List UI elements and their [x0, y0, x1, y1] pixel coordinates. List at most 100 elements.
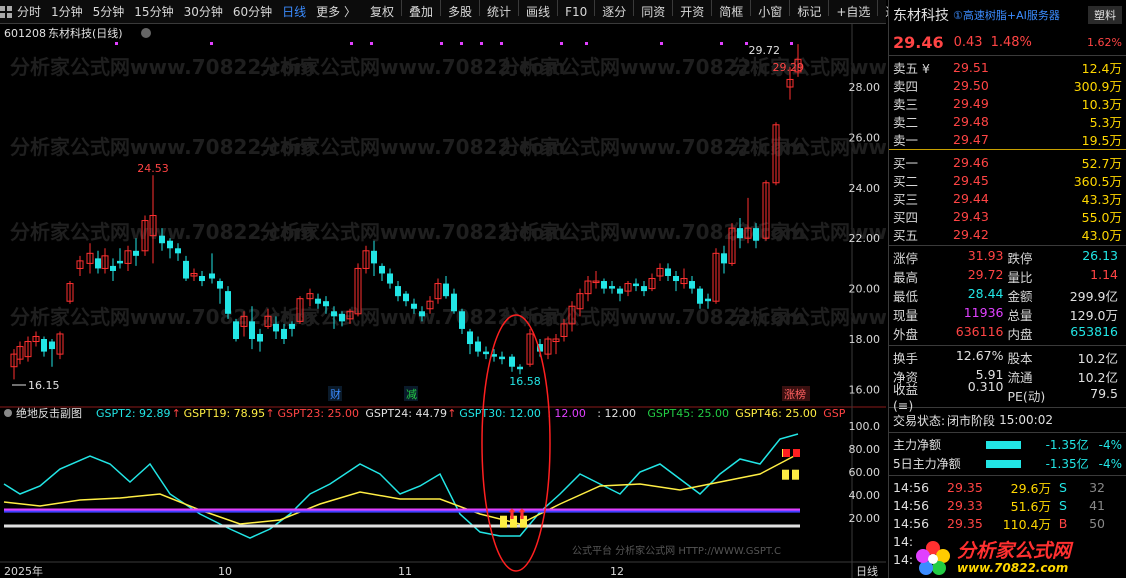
toolbar-button[interactable]: 统计 [482, 0, 516, 24]
grid-menu-icon[interactable] [0, 0, 12, 24]
level-volume: 19.5万 [1081, 132, 1122, 148]
candle-body [175, 248, 181, 254]
event-label: 减 [406, 388, 417, 401]
section-divider [889, 432, 1126, 433]
period-tab[interactable]: 60分钟 [228, 0, 277, 24]
flow-value: -1.35亿 [1045, 438, 1089, 452]
indicator-value: GSPT19: 78.95 [184, 407, 266, 420]
period-tab[interactable]: 30分钟 [179, 0, 228, 24]
toolbar-button[interactable]: 标记 [792, 0, 826, 24]
period-tab[interactable]: 1分钟 [46, 0, 88, 24]
flow-value: -1.35亿 [1045, 457, 1089, 471]
stat-label: 量比 [1007, 270, 1033, 285]
stat-value: 299.9亿 [1069, 289, 1118, 304]
period-tab[interactable]: 更多 〉 [311, 0, 361, 24]
level-label: 买三 [893, 191, 919, 207]
signal-dot [115, 42, 118, 45]
level-price: 29.48 [953, 113, 989, 129]
toolbar-button[interactable]: 逐分 [597, 0, 631, 24]
tick-side: S [1059, 479, 1067, 495]
candle-body [159, 235, 165, 244]
candle-body [721, 253, 727, 264]
signal-dot [720, 42, 723, 45]
candle-body [217, 281, 223, 289]
date-tick: 日线 [856, 564, 878, 578]
toolbar-divider [440, 0, 442, 16]
stat-label: 最低 [893, 289, 919, 304]
stat-cell: 现量 11936 [893, 305, 1008, 324]
tick-time: 14:56 [893, 515, 930, 531]
toolbar-button[interactable]: 同资 [636, 0, 670, 24]
indicator-value: GSPT24: 44.79 [365, 407, 447, 420]
toolbar-divider [401, 0, 402, 16]
logo-title: 分析家公式网 [957, 540, 1072, 562]
stat-cell: 收益(≡) 0.310 [893, 379, 1008, 413]
stat-value: 28.44 [967, 286, 1004, 301]
period-tab[interactable]: 分时 [12, 0, 46, 24]
bid-level[interactable]: 买五 29.42 43.0万 [889, 225, 1126, 243]
toolbar-button[interactable]: +自选 [831, 0, 875, 24]
toolbar-button[interactable]: 复权 [365, 0, 399, 24]
price-tick: 18.00 [849, 333, 881, 346]
level-volume: 300.9万 [1073, 78, 1122, 94]
stat-label: 流通 [1007, 370, 1033, 385]
candle-body [395, 286, 401, 297]
toolbar-button[interactable]: 简框 [714, 0, 748, 24]
signal-block [792, 469, 799, 480]
toolbar-button[interactable]: 叠加 [404, 0, 438, 24]
bid-level[interactable]: 买三 29.44 43.3万 [889, 189, 1126, 207]
high2-price-label: 29.29 [773, 61, 805, 74]
ask-level[interactable]: 卖五 ¥ 29.51 12.4万 [889, 58, 1126, 76]
bid-level[interactable]: 买一 29.46 52.7万 [889, 153, 1126, 171]
toolbar-button[interactable]: 小窗 [753, 0, 787, 24]
candle-body [225, 291, 231, 314]
up-arrow-icon: ↑ [447, 407, 456, 420]
stat-row: 换手 12.67% 股本 10.2亿 [889, 348, 1126, 367]
sector-tag[interactable]: 塑料 [1088, 6, 1122, 24]
candle-body [475, 341, 481, 352]
chart-area[interactable]: 601208 东材科技(日线) 分析家公式网www.70822.com 分析家公式网w… [0, 24, 886, 578]
tool-buttons: 复权叠加多股统计画线F10逐分同资开资简框小窗标记+自选返回 [365, 0, 914, 24]
bid-level[interactable]: 买四 29.43 55.0万 [889, 207, 1126, 225]
capital-flows: 主力净额 -1.35亿 -4% 5日主力净额 -1.35亿 -4% [889, 435, 1126, 473]
stat-cell: 量比 1.14 [1008, 267, 1123, 286]
candle-body [601, 281, 607, 289]
toolbar-divider [633, 0, 635, 16]
candle-body [117, 260, 123, 264]
toolbar-divider [518, 0, 520, 16]
ask-level[interactable]: 卖四 29.50 300.9万 [889, 76, 1126, 94]
toolbar-button[interactable]: 多股 [443, 0, 477, 24]
ask-level[interactable]: 卖三 29.49 10.3万 [889, 94, 1126, 112]
period-tab[interactable]: 5分钟 [88, 0, 130, 24]
yellow-series-line [3, 453, 799, 525]
candle-body [257, 333, 263, 342]
signal-dot [460, 42, 463, 45]
bid-level[interactable]: 买二 29.45 360.5万 [889, 171, 1126, 189]
candle-body [233, 321, 239, 339]
toolbar-button[interactable]: F10 [560, 0, 592, 24]
stat-value: 129.0万 [1069, 308, 1118, 323]
stat-label: 股本 [1007, 351, 1033, 366]
stat-cell: 总量 129.0万 [1008, 305, 1123, 324]
level-label: 卖一 [893, 132, 919, 148]
candle-body [339, 313, 345, 322]
tick-time: 14:56 [893, 479, 930, 495]
flow-row: 主力净额 -1.35亿 -4% [889, 435, 1126, 454]
tick-count: 50 [1089, 515, 1105, 531]
level-volume: 10.3万 [1081, 96, 1122, 112]
candle-body [673, 276, 679, 282]
period-tab[interactable]: 日线 [277, 0, 311, 24]
kline-chart[interactable]: 601208 东材科技(日线) 分析家公式网www.70822.com 分析家公式网w… [0, 24, 886, 578]
candle-body [289, 323, 295, 329]
level-label: 买一 [893, 155, 919, 171]
stock-name: 东材科技 [893, 8, 949, 24]
ask-level[interactable]: 卖二 29.48 5.3万 [889, 112, 1126, 130]
concept-link[interactable]: ①高速树脂+AI服务器 [953, 7, 1060, 23]
toolbar-button[interactable]: 开资 [675, 0, 709, 24]
period-tab[interactable]: 15分钟 [129, 0, 178, 24]
toolbar-button[interactable]: 画线 [521, 0, 555, 24]
indicator-value: : 12.00 [547, 407, 586, 420]
candle-body [167, 240, 173, 249]
ask-level[interactable]: 卖一 29.47 19.5万 [889, 130, 1126, 148]
flow-pct: -4% [1098, 437, 1122, 452]
